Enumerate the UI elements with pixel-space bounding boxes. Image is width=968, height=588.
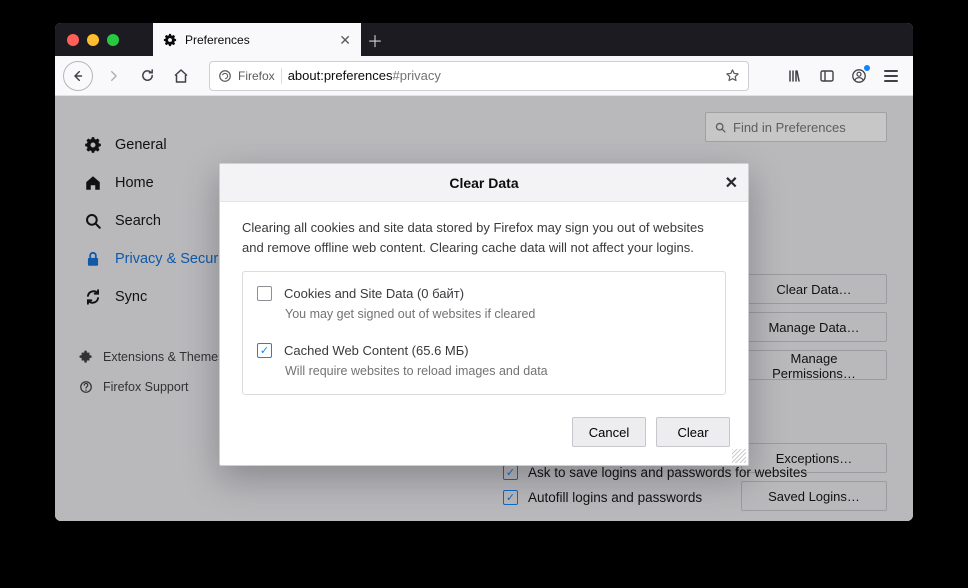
zoom-window-button[interactable] — [107, 34, 119, 46]
browser-window: Preferences ✕ ＋ Firefox — [55, 23, 913, 521]
sidebar-icon[interactable] — [813, 62, 841, 90]
home-button[interactable] — [167, 62, 195, 90]
gear-icon — [163, 33, 177, 47]
option-label: Cookies and Site Data (0 байт) — [284, 286, 464, 301]
checkbox-icon[interactable] — [257, 286, 272, 301]
forward-button[interactable] — [99, 62, 127, 90]
minimize-window-button[interactable] — [87, 34, 99, 46]
bookmark-star-icon[interactable] — [725, 68, 740, 83]
account-icon[interactable] — [845, 62, 873, 90]
tab-title: Preferences — [185, 33, 331, 47]
option-description: You may get signed out of websites if cl… — [285, 307, 711, 321]
option-cookies[interactable]: Cookies and Site Data (0 байт) You may g… — [243, 276, 725, 333]
notification-dot-icon — [864, 65, 870, 71]
content-area: General Home Search Privacy & Security S… — [55, 96, 913, 521]
clear-button[interactable]: Clear — [656, 417, 730, 447]
option-cache[interactable]: ✓ Cached Web Content (65.6 МБ) Will requ… — [243, 333, 725, 390]
tab-strip: Preferences ✕ ＋ — [55, 23, 913, 56]
separator — [281, 68, 282, 84]
clear-options: Cookies and Site Data (0 байт) You may g… — [242, 271, 726, 395]
option-description: Will require websites to reload images a… — [285, 364, 711, 378]
firefox-identity-icon — [218, 69, 232, 83]
menu-button[interactable] — [877, 62, 905, 90]
clear-data-dialog: Clear Data ✕ Clearing all cookies and si… — [219, 163, 749, 466]
nav-toolbar: Firefox about:preferences#privacy — [55, 56, 913, 96]
window-controls — [55, 23, 131, 56]
option-label: Cached Web Content (65.6 МБ) — [284, 343, 469, 358]
close-icon[interactable]: ✕ — [725, 173, 738, 193]
dialog-description: Clearing all cookies and site data store… — [242, 218, 726, 257]
url-text: about:preferences#privacy — [288, 68, 441, 83]
toolbar-actions — [763, 62, 905, 90]
identity-label: Firefox — [238, 69, 275, 83]
library-icon[interactable] — [781, 62, 809, 90]
url-bar[interactable]: Firefox about:preferences#privacy — [209, 61, 749, 91]
resize-grip-icon[interactable] — [732, 449, 746, 463]
new-tab-button[interactable]: ＋ — [361, 23, 389, 56]
tab-preferences[interactable]: Preferences ✕ — [153, 23, 361, 56]
close-tab-icon[interactable]: ✕ — [339, 33, 351, 47]
reload-button[interactable] — [133, 62, 161, 90]
close-window-button[interactable] — [67, 34, 79, 46]
dialog-header: Clear Data ✕ — [220, 164, 748, 202]
checkbox-icon[interactable]: ✓ — [257, 343, 272, 358]
back-button[interactable] — [63, 61, 93, 91]
dialog-title: Clear Data — [449, 175, 518, 191]
cancel-button[interactable]: Cancel — [572, 417, 646, 447]
